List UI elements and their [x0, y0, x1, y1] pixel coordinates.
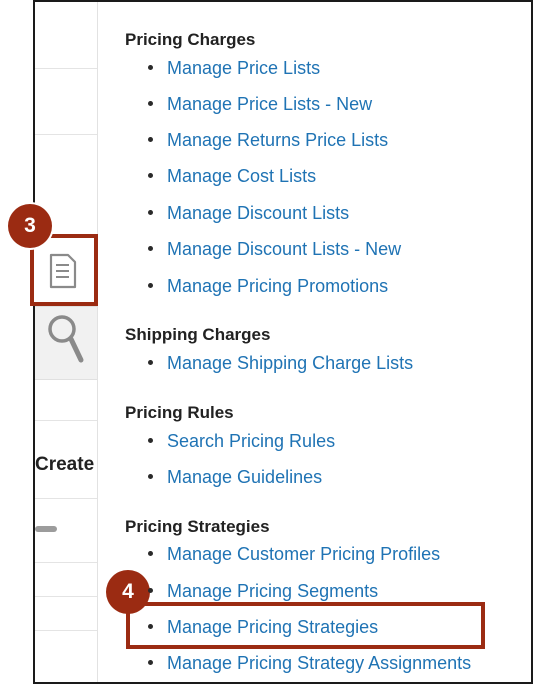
divider	[35, 68, 97, 69]
link-label[interactable]: Manage Discount Lists - New	[167, 239, 401, 259]
link-manage-pricing-segments[interactable]: Manage Pricing Segments	[148, 581, 378, 602]
link-label[interactable]: Manage Price Lists	[167, 58, 320, 78]
link-manage-returns-price-lists[interactable]: Manage Returns Price Lists	[148, 130, 388, 151]
link-search-pricing-rules[interactable]: Search Pricing Rules	[148, 431, 335, 452]
divider	[35, 134, 97, 135]
link-label[interactable]: Manage Shipping Charge Lists	[167, 353, 413, 373]
bullet	[148, 64, 153, 70]
bullet	[148, 100, 153, 106]
bullet	[148, 282, 153, 288]
bullet	[148, 136, 153, 142]
link-manage-discount-lists-new[interactable]: Manage Discount Lists - New	[148, 239, 401, 260]
link-manage-price-lists-new[interactable]: Manage Price Lists - New	[148, 94, 372, 115]
link-label[interactable]: Manage Discount Lists	[167, 203, 349, 223]
bullet	[148, 437, 153, 443]
bullet	[148, 209, 153, 215]
bullet	[148, 359, 153, 365]
link-label[interactable]: Search Pricing Rules	[167, 431, 335, 451]
divider	[35, 630, 97, 631]
bullet	[148, 172, 153, 178]
link-manage-pricing-promotions[interactable]: Manage Pricing Promotions	[148, 276, 388, 297]
link-label[interactable]: Manage Guidelines	[167, 467, 322, 487]
link-manage-price-lists[interactable]: Manage Price Lists	[148, 58, 320, 79]
section-pricing-rules: Pricing Rules	[125, 403, 234, 422]
divider	[35, 596, 97, 597]
link-label[interactable]: Manage Cost Lists	[167, 166, 316, 186]
pricing-strategies-highlight	[126, 602, 485, 649]
section-pricing-charges: Pricing Charges	[125, 30, 256, 49]
divider	[35, 420, 97, 421]
bullet	[148, 245, 153, 251]
link-label[interactable]: Manage Pricing Promotions	[167, 276, 388, 296]
scroll-indicator	[35, 526, 57, 532]
bullet	[148, 473, 153, 479]
section-pricing-strategies: Pricing Strategies	[125, 517, 270, 536]
link-manage-cost-lists[interactable]: Manage Cost Lists	[148, 166, 316, 187]
link-label[interactable]: Manage Returns Price Lists	[167, 130, 388, 150]
link-label[interactable]: Manage Pricing Strategy Assignments	[167, 653, 471, 673]
section-shipping-charges: Shipping Charges	[125, 325, 271, 344]
link-manage-pricing-strategy-assignments[interactable]: Manage Pricing Strategy Assignments	[148, 653, 471, 674]
bullet	[148, 659, 153, 665]
divider	[35, 562, 97, 563]
bullet	[148, 587, 153, 593]
link-manage-guidelines[interactable]: Manage Guidelines	[148, 467, 322, 488]
bullet	[148, 550, 153, 556]
create-label: Create	[35, 454, 95, 475]
link-manage-customer-pricing-profiles[interactable]: Manage Customer Pricing Profiles	[148, 544, 440, 565]
link-manage-discount-lists[interactable]: Manage Discount Lists	[148, 203, 349, 224]
search-icon[interactable]	[44, 312, 86, 371]
link-manage-shipping-charge-lists[interactable]: Manage Shipping Charge Lists	[148, 353, 413, 374]
divider	[35, 498, 97, 499]
link-label[interactable]: Manage Customer Pricing Profiles	[167, 544, 440, 564]
document-icon[interactable]	[48, 253, 78, 294]
step-3-badge: 3	[8, 204, 52, 248]
link-label[interactable]: Manage Pricing Segments	[167, 581, 378, 601]
link-label[interactable]: Manage Price Lists - New	[167, 94, 372, 114]
